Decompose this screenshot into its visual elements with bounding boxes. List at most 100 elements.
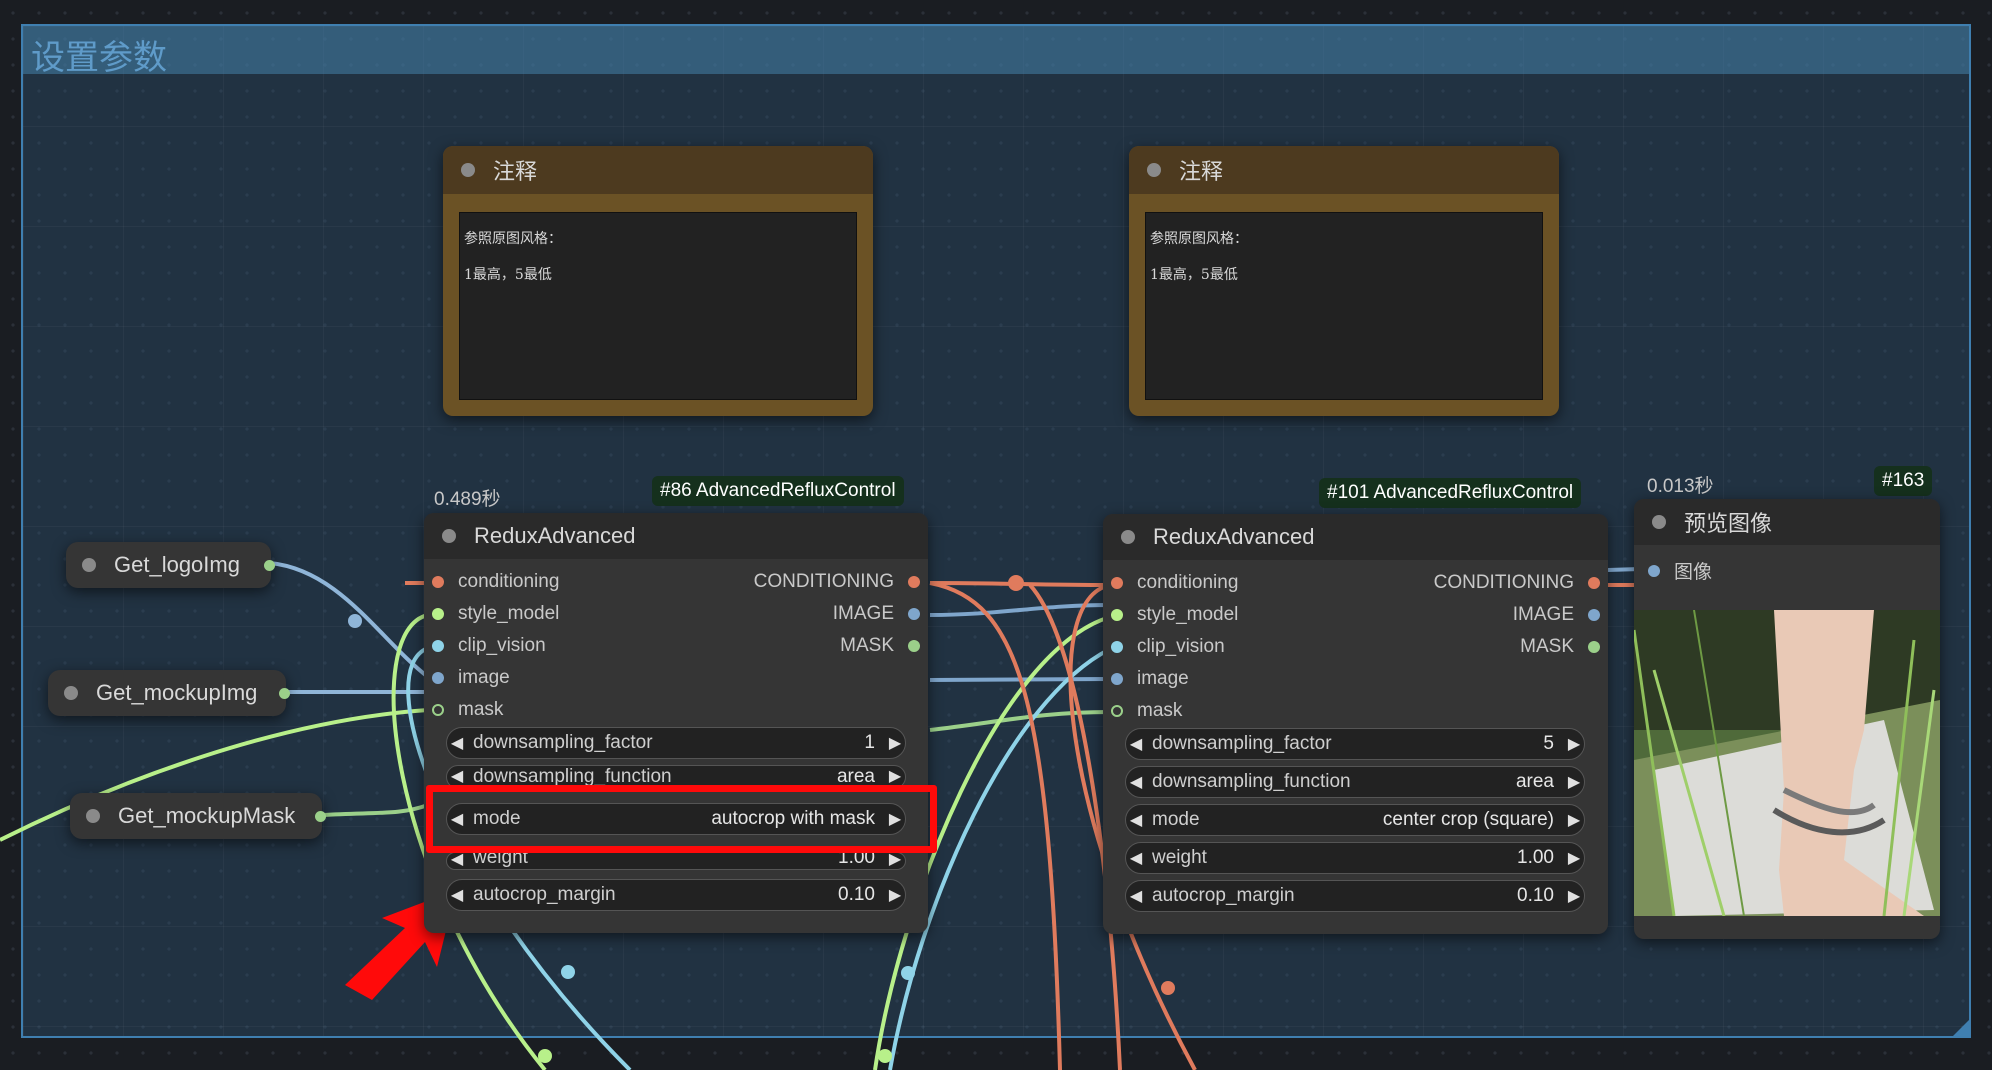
- slot-label: style_model: [1137, 604, 1239, 625]
- group-header[interactable]: 设置参数: [23, 26, 1969, 78]
- slot-dot[interactable]: [432, 640, 444, 652]
- node-title-bar[interactable]: 预览图像: [1634, 499, 1940, 545]
- widget-downsampling-factor[interactable]: ◀ downsampling_factor 5 ▶: [1125, 728, 1585, 760]
- collapse-dot-icon[interactable]: [86, 809, 100, 823]
- note-line: 1最高，5最低: [464, 267, 552, 283]
- get-node-mockup-img[interactable]: Get_mockupImg: [48, 670, 290, 716]
- increment-arrow-icon[interactable]: ▶: [1564, 810, 1584, 830]
- increment-arrow-icon[interactable]: ▶: [885, 853, 905, 869]
- collapse-dot-icon[interactable]: [442, 529, 456, 543]
- output-slot-mask[interactable]: MASK: [1520, 636, 1600, 658]
- widget-downsampling-factor[interactable]: ◀ downsampling_factor 1 ▶: [446, 727, 906, 759]
- decrement-arrow-icon[interactable]: ◀: [447, 733, 467, 753]
- input-slot-mask[interactable]: mask: [432, 699, 503, 721]
- node-title-bar[interactable]: ReduxAdvanced: [1103, 514, 1608, 560]
- decrement-arrow-icon[interactable]: ◀: [1126, 886, 1146, 906]
- decrement-arrow-icon[interactable]: ◀: [447, 766, 467, 786]
- widget-mode[interactable]: ◀ mode center crop (square) ▶: [1125, 804, 1585, 836]
- node-title: ReduxAdvanced: [1153, 524, 1315, 549]
- collapse-dot-icon[interactable]: [461, 163, 475, 177]
- slot-dot[interactable]: [432, 576, 444, 588]
- note-textarea[interactable]: 参照原图风格： 1最高，5最低: [1145, 212, 1543, 400]
- note-textarea[interactable]: 参照原图风格： 1最高，5最低: [459, 212, 857, 400]
- input-slot-style-model[interactable]: style_model: [432, 603, 559, 625]
- slot-dot[interactable]: [1648, 564, 1660, 577]
- widget-weight[interactable]: ◀ weight 1.00 ▶: [446, 852, 906, 870]
- input-slot-image[interactable]: 图像: [1648, 557, 1712, 584]
- slot-label: 图像: [1674, 562, 1713, 583]
- decrement-arrow-icon[interactable]: ◀: [1126, 848, 1146, 868]
- output-slot-mask[interactable]: MASK: [840, 635, 920, 657]
- collapse-dot-icon[interactable]: [1121, 530, 1135, 544]
- increment-arrow-icon[interactable]: ▶: [1564, 848, 1584, 868]
- note-title-bar[interactable]: 注释: [1129, 146, 1559, 194]
- group-resize-handle[interactable]: [1953, 1020, 1969, 1036]
- decrement-arrow-icon[interactable]: ◀: [447, 885, 467, 905]
- input-slot-style-model[interactable]: style_model: [1111, 604, 1238, 626]
- slot-dot[interactable]: [1111, 705, 1123, 717]
- output-slot-conditioning[interactable]: CONDITIONING: [754, 571, 920, 593]
- decrement-arrow-icon[interactable]: ◀: [447, 853, 467, 869]
- slot-dot[interactable]: [1588, 641, 1600, 653]
- increment-arrow-icon[interactable]: ▶: [885, 766, 905, 786]
- input-slot-clip-vision[interactable]: clip_vision: [1111, 636, 1225, 658]
- slot-dot[interactable]: [908, 608, 920, 620]
- slot-dot[interactable]: [432, 704, 444, 716]
- widget-value: 1.00: [838, 852, 875, 868]
- note-title-bar[interactable]: 注释: [443, 146, 873, 194]
- input-slot-clip-vision[interactable]: clip_vision: [432, 635, 546, 657]
- slot-dot[interactable]: [1111, 673, 1123, 685]
- note-node-1[interactable]: 注释 参照原图风格： 1最高，5最低: [443, 146, 873, 416]
- output-slot-image[interactable]: IMAGE: [833, 603, 920, 625]
- group-title: 设置参数: [31, 38, 167, 78]
- input-slot-image[interactable]: image: [432, 667, 510, 689]
- decrement-arrow-icon[interactable]: ◀: [1126, 810, 1146, 830]
- slot-dot[interactable]: [908, 576, 920, 588]
- increment-arrow-icon[interactable]: ▶: [1564, 772, 1584, 792]
- slot-dot[interactable]: [1111, 641, 1123, 653]
- widget-value: 5: [1543, 733, 1554, 754]
- collapse-dot-icon[interactable]: [1147, 163, 1161, 177]
- output-slot-dot[interactable]: [315, 810, 326, 822]
- slot-dot[interactable]: [1588, 609, 1600, 621]
- output-slot-dot[interactable]: [279, 687, 290, 699]
- preview-image[interactable]: [1634, 610, 1940, 916]
- slot-label: mask: [458, 699, 504, 720]
- increment-arrow-icon[interactable]: ▶: [1564, 886, 1584, 906]
- widget-autocrop-margin[interactable]: ◀ autocrop_margin 0.10 ▶: [1125, 880, 1585, 912]
- decrement-arrow-icon[interactable]: ◀: [1126, 734, 1146, 754]
- slot-dot[interactable]: [1111, 577, 1123, 589]
- get-node-mockup-mask[interactable]: Get_mockupMask: [70, 793, 326, 839]
- slot-dot[interactable]: [1588, 577, 1600, 589]
- wire-reroute-dot: [538, 1049, 552, 1063]
- collapse-dot-icon[interactable]: [64, 686, 78, 700]
- widget-autocrop-margin[interactable]: ◀ autocrop_margin 0.10 ▶: [446, 879, 906, 911]
- widget-weight[interactable]: ◀ weight 1.00 ▶: [1125, 842, 1585, 874]
- output-slot-conditioning[interactable]: CONDITIONING: [1434, 572, 1600, 594]
- collapse-dot-icon[interactable]: [82, 558, 96, 572]
- increment-arrow-icon[interactable]: ▶: [885, 885, 905, 905]
- redux-node-1[interactable]: ReduxAdvanced conditioning style_model c…: [424, 513, 928, 933]
- slot-dot[interactable]: [1111, 609, 1123, 621]
- slot-dot[interactable]: [432, 672, 444, 684]
- input-slot-conditioning[interactable]: conditioning: [1111, 572, 1238, 594]
- slot-dot[interactable]: [908, 640, 920, 652]
- decrement-arrow-icon[interactable]: ◀: [1126, 772, 1146, 792]
- slot-dot[interactable]: [432, 608, 444, 620]
- output-slot-dot[interactable]: [264, 559, 275, 571]
- widget-value: area: [1515, 771, 1554, 792]
- increment-arrow-icon[interactable]: ▶: [1564, 734, 1584, 754]
- collapse-dot-icon[interactable]: [1652, 515, 1666, 529]
- node-id-badge: #86 AdvancedRefluxControl: [652, 476, 904, 506]
- increment-arrow-icon[interactable]: ▶: [885, 733, 905, 753]
- input-slot-conditioning[interactable]: conditioning: [432, 571, 559, 593]
- output-slot-image[interactable]: IMAGE: [1513, 604, 1600, 626]
- node-title-bar[interactable]: ReduxAdvanced: [424, 513, 928, 559]
- input-slot-image[interactable]: image: [1111, 668, 1189, 690]
- note-title: 注释: [493, 159, 538, 184]
- note-node-2[interactable]: 注释 参照原图风格： 1最高，5最低: [1129, 146, 1559, 416]
- get-node-logo[interactable]: Get_logoImg: [66, 542, 275, 588]
- input-slot-mask[interactable]: mask: [1111, 700, 1182, 722]
- redux-node-2[interactable]: ReduxAdvanced conditioning style_model c…: [1103, 514, 1608, 934]
- widget-downsampling-function[interactable]: ◀ downsampling_function area ▶: [1125, 766, 1585, 798]
